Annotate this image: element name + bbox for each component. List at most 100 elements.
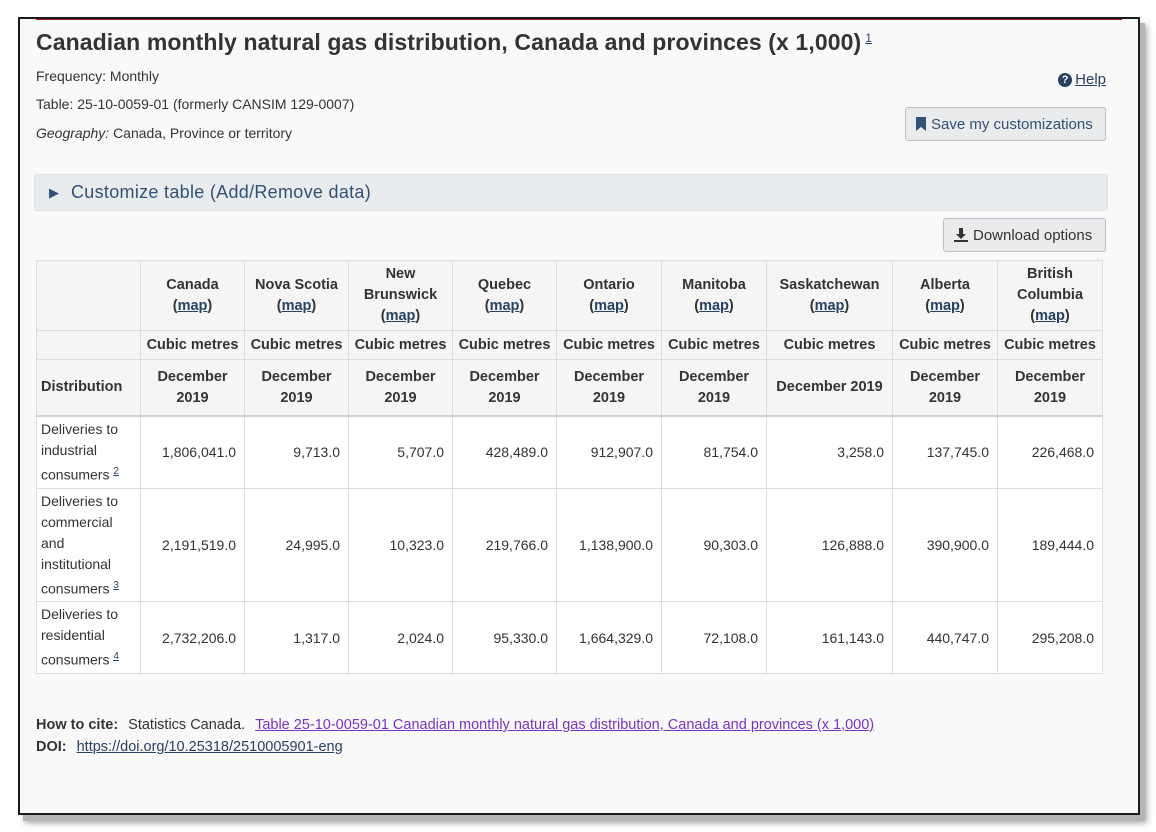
- column-header: Nova Scotia (map): [244, 260, 349, 331]
- table-cell: 2,191,519.0: [140, 487, 245, 603]
- map-link[interactable]: map: [1035, 308, 1065, 324]
- help-label: Help: [1075, 71, 1106, 88]
- column-header: British Columbia (map): [997, 260, 1103, 331]
- unit-header: Cubic metres: [348, 330, 453, 360]
- row-footnote-link[interactable]: 3: [113, 580, 119, 591]
- row-footnote-link[interactable]: 4: [113, 651, 119, 662]
- table-cell: 95,330.0: [452, 601, 557, 674]
- column-name: Saskatchewan: [779, 276, 880, 293]
- period-header: December 2019: [244, 359, 349, 417]
- table-cell: 226,468.0: [997, 415, 1103, 489]
- table-cell: 1,138,900.0: [556, 487, 662, 603]
- table-cell: 24,995.0: [244, 487, 349, 603]
- unit-header: Cubic metres: [556, 330, 662, 360]
- column-name: Quebec: [477, 276, 532, 293]
- doi-link[interactable]: https://doi.org/10.25318/2510005901-eng: [77, 739, 343, 755]
- table-cell: 1,806,041.0: [140, 415, 245, 489]
- table-cell: 3,258.0: [766, 415, 893, 489]
- save-customizations-button[interactable]: Save my customizations: [905, 107, 1106, 141]
- period-header: December 2019: [556, 359, 662, 417]
- column-header: Ontario (map): [556, 260, 662, 331]
- table-cell: 72,108.0: [661, 601, 767, 674]
- table-cell: 219,766.0: [452, 487, 557, 603]
- divider: [36, 19, 1122, 20]
- map-link[interactable]: map: [490, 298, 520, 314]
- table-cell: 10,323.0: [348, 487, 453, 603]
- column-header: Quebec (map): [452, 260, 557, 331]
- column-header: New Brunswick (map): [348, 260, 453, 331]
- table-cell: 5,707.0: [348, 415, 453, 489]
- table-cell: 81,754.0: [661, 415, 767, 489]
- table-cell: 912,907.0: [556, 415, 662, 489]
- table-cell: 1,664,329.0: [556, 601, 662, 674]
- column-header: Canada (map): [140, 260, 245, 331]
- period-header: December 2019: [892, 359, 998, 417]
- table-cell: 428,489.0: [452, 415, 557, 489]
- triangle-right-icon: ▶: [49, 184, 59, 200]
- table-cell: 189,444.0: [997, 487, 1103, 603]
- corner-cell: [36, 260, 141, 331]
- download-label: Download options: [973, 226, 1093, 244]
- column-name: Alberta: [920, 276, 970, 293]
- column-name: Canada: [166, 276, 219, 293]
- table-row: Deliveries to commercial and institution…: [36, 487, 1103, 603]
- cite-table-link[interactable]: Table 25-10-0059-01 Canadian monthly nat…: [255, 717, 874, 733]
- map-link[interactable]: map: [815, 298, 845, 314]
- row-label: Deliveries to residential consumers 4: [36, 601, 141, 674]
- table-row: Deliveries to residential consumers 4 2,7…: [36, 601, 1103, 674]
- table-cell: 126,888.0: [766, 487, 893, 603]
- unit-header: Cubic metres: [452, 330, 557, 360]
- row-label-text: Deliveries to commercial and institution…: [41, 492, 119, 597]
- header-row-units: Cubic metres Cubic metres Cubic metres Cubi…: [36, 330, 1103, 360]
- map-link[interactable]: map: [178, 298, 208, 314]
- page-frame: Canadian monthly natural gas distributio…: [18, 17, 1140, 815]
- geography-label: Geography:: [36, 125, 110, 141]
- unit-header: Cubic metres: [997, 330, 1103, 360]
- data-table: Canada (map) Nova Scotia (map) New Brunswick…: [36, 260, 1103, 674]
- help-link[interactable]: ? Help: [1058, 71, 1106, 88]
- download-options-button[interactable]: Download options: [943, 218, 1106, 252]
- table-cell: 1,317.0: [244, 601, 349, 674]
- table-cell: 295,208.0: [997, 601, 1103, 674]
- question-circle-icon: ?: [1058, 72, 1073, 87]
- page-title-text: Canadian monthly natural gas distributio…: [36, 29, 862, 55]
- customize-table-toggle[interactable]: ▶ Customize table (Add/Remove data): [34, 174, 1108, 211]
- header-row-periods: Distribution December 2019 December 2019 D…: [36, 359, 1103, 417]
- row-footnote-link[interactable]: 2: [113, 466, 119, 477]
- doi-label: DOI:: [36, 739, 67, 755]
- geography-text: Geography: Canada, Province or territory: [36, 125, 292, 141]
- column-name: Ontario: [583, 276, 635, 293]
- frequency-text: Frequency: Monthly: [36, 68, 159, 84]
- title-footnote-link[interactable]: 1: [865, 31, 872, 45]
- unit-header: Cubic metres: [766, 330, 893, 360]
- map-link[interactable]: map: [930, 298, 960, 314]
- table-cell: 90,303.0: [661, 487, 767, 603]
- period-header: December 2019: [452, 359, 557, 417]
- period-header: December 2019: [997, 359, 1103, 417]
- header-row-geography: Canada (map) Nova Scotia (map) New Brunswick…: [36, 260, 1103, 331]
- table-cell: 2,024.0: [348, 601, 453, 674]
- map-link[interactable]: map: [699, 298, 729, 314]
- geography-value: Canada, Province or territory: [113, 125, 293, 141]
- corner-cell: [36, 330, 141, 360]
- column-name: Nova Scotia: [255, 276, 338, 293]
- table-cell: 440,747.0: [892, 601, 998, 674]
- period-header: December 2019: [766, 359, 893, 417]
- unit-header: Cubic metres: [892, 330, 998, 360]
- how-to-cite-label: How to cite:: [36, 717, 119, 733]
- map-link[interactable]: map: [594, 298, 624, 314]
- map-link[interactable]: map: [386, 308, 416, 324]
- how-to-cite-line: How to cite: Statistics Canada. Table 25-…: [36, 714, 874, 736]
- unit-header: Cubic metres: [244, 330, 349, 360]
- column-header: Saskatchewan (map): [766, 260, 893, 331]
- doi-line: DOI: https://doi.org/10.25318/2510005901-…: [36, 736, 874, 758]
- map-link[interactable]: map: [282, 298, 312, 314]
- table-cell: 390,900.0: [892, 487, 998, 603]
- row-header-label: Distribution: [36, 359, 141, 417]
- period-header: December 2019: [661, 359, 767, 417]
- cite-source: Statistics Canada.: [128, 717, 246, 733]
- column-name: New Brunswick: [363, 266, 438, 303]
- table-cell: 161,143.0: [766, 601, 893, 674]
- table-id-text: Table: 25-10-0059-01 (formerly CANSIM 12…: [36, 96, 355, 112]
- period-header: December 2019: [140, 359, 245, 417]
